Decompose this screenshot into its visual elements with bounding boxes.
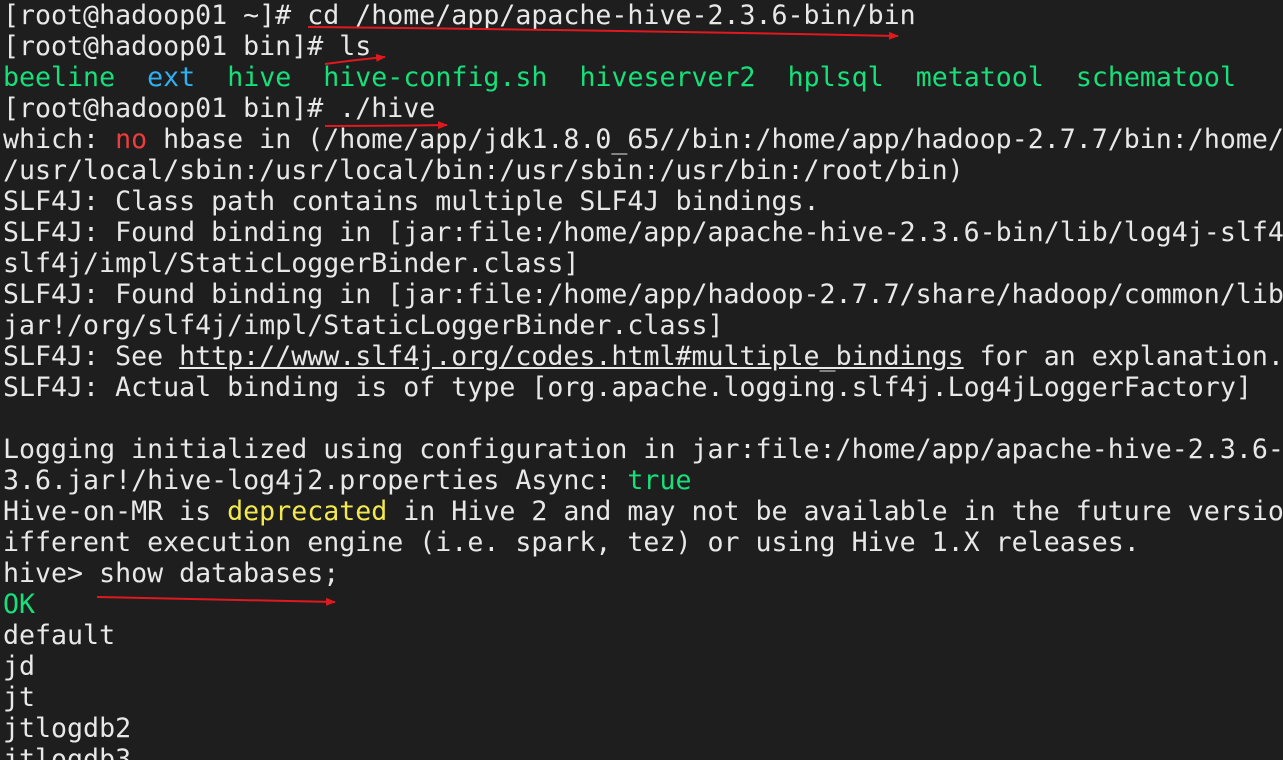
terminal-line: [root@hadoop01 ~]# cd /home/app/apache-h… — [3, 0, 916, 31]
terminal-line: jtlogdb2 — [3, 713, 131, 744]
terminal-text: 3.6.jar!/hive-log4j2.properties Async: — [3, 465, 628, 496]
terminal-line: jar!/org/slf4j/impl/StaticLoggerBinder.c… — [3, 310, 724, 341]
terminal-text: Logging initialized using configuration … — [3, 434, 1283, 465]
terminal-text: ifferent execution engine (i.e. spark, t… — [3, 527, 1140, 558]
terminal-line: SLF4J: Found binding in [jar:file:/home/… — [3, 279, 1283, 310]
terminal-text: [root@hadoop01 bin]# ls — [3, 31, 372, 62]
annotation-arrow-ok — [96, 596, 336, 606]
terminal-text: hiveserver2 — [579, 62, 756, 93]
terminal-link[interactable]: http://www.slf4j.org/codes.html#multiple… — [179, 341, 964, 372]
terminal-window[interactable]: [root@hadoop01 ~]# cd /home/app/apache-h… — [0, 0, 1283, 760]
terminal-text: deprecated — [227, 496, 388, 527]
terminal-line: OK — [3, 589, 35, 620]
terminal-text: true — [627, 465, 692, 496]
terminal-text: SLF4J: Found binding in [jar:file:/home/… — [3, 217, 1283, 248]
terminal-text: [root@hadoop01 bin]# ./hive — [3, 93, 436, 124]
terminal-text: jtlogdb2 — [3, 713, 132, 744]
terminal-text: hive-config.sh — [323, 62, 548, 93]
terminal-text: [root@hadoop01 ~]# cd /home/app/apache-h… — [3, 0, 916, 31]
terminal-line: slf4j/impl/StaticLoggerBinder.class] — [3, 248, 579, 279]
terminal-text: Hive-on-MR is — [3, 496, 228, 527]
terminal-text: in Hive 2 and may not be available in th… — [387, 496, 1283, 527]
terminal-line: beeline ext hive hive-config.sh hiveserv… — [3, 62, 1236, 93]
terminal-line: ifferent execution engine (i.e. spark, t… — [3, 527, 1140, 558]
terminal-text: SLF4J: Class path contains multiple SLF4… — [3, 186, 820, 217]
terminal-text: which: — [3, 124, 116, 155]
terminal-line: Logging initialized using configuration … — [3, 434, 1283, 465]
terminal-text: for an explanation. — [963, 341, 1283, 372]
terminal-line: SLF4J: Found binding in [jar:file:/home/… — [3, 217, 1283, 248]
terminal-text: jtlogdb3 — [3, 744, 132, 760]
terminal-text: metatool — [915, 62, 1044, 93]
terminal-text: hive — [227, 62, 292, 93]
terminal-line: /usr/local/sbin:/usr/local/bin:/usr/sbin… — [3, 155, 964, 186]
terminal-text: jd — [3, 651, 36, 682]
terminal-line: SLF4J: See http://www.slf4j.org/codes.ht… — [3, 341, 1283, 372]
terminal-text: SLF4J: See — [3, 341, 180, 372]
terminal-line: default — [3, 620, 115, 651]
terminal-line: jtlogdb3 — [3, 744, 131, 760]
terminal-line: which: no hbase in (/home/app/jdk1.8.0_6… — [3, 124, 1283, 155]
terminal-text: jt — [3, 682, 36, 713]
terminal-text: beeline — [3, 62, 116, 93]
terminal-text: /usr/local/sbin:/usr/local/bin:/usr/sbin… — [3, 155, 964, 186]
terminal-line: SLF4J: Actual binding is of type [org.ap… — [3, 372, 1252, 403]
terminal-text: hive> show databases; — [3, 558, 340, 589]
terminal-text: SLF4J: Found binding in [jar:file:/home/… — [3, 279, 1283, 310]
terminal-text: hplsql — [787, 62, 884, 93]
terminal-line: Hive-on-MR is deprecated in Hive 2 and m… — [3, 496, 1283, 527]
terminal-line: hive> show databases; — [3, 558, 339, 589]
terminal-text: no — [115, 124, 148, 155]
terminal-text: hbase in (/home/app/jdk1.8.0_65//bin:/ho… — [147, 124, 1283, 155]
terminal-line: [root@hadoop01 bin]# ls — [3, 31, 371, 62]
terminal-text: default — [3, 620, 116, 651]
terminal-text: SLF4J: Actual binding is of type [org.ap… — [3, 372, 1252, 403]
terminal-line: SLF4J: Class path contains multiple SLF4… — [3, 186, 820, 217]
terminal-text: schematool — [1075, 62, 1236, 93]
terminal-line: jt — [3, 682, 35, 713]
terminal-text: slf4j/impl/StaticLoggerBinder.class] — [3, 248, 580, 279]
terminal-text: jar!/org/slf4j/impl/StaticLoggerBinder.c… — [3, 310, 724, 341]
terminal-line: jd — [3, 651, 35, 682]
terminal-text: ext — [147, 62, 196, 93]
terminal-line: 3.6.jar!/hive-log4j2.properties Async: t… — [3, 465, 691, 496]
terminal-line: [root@hadoop01 bin]# ./hive — [3, 93, 435, 124]
terminal-text: OK — [3, 589, 36, 620]
